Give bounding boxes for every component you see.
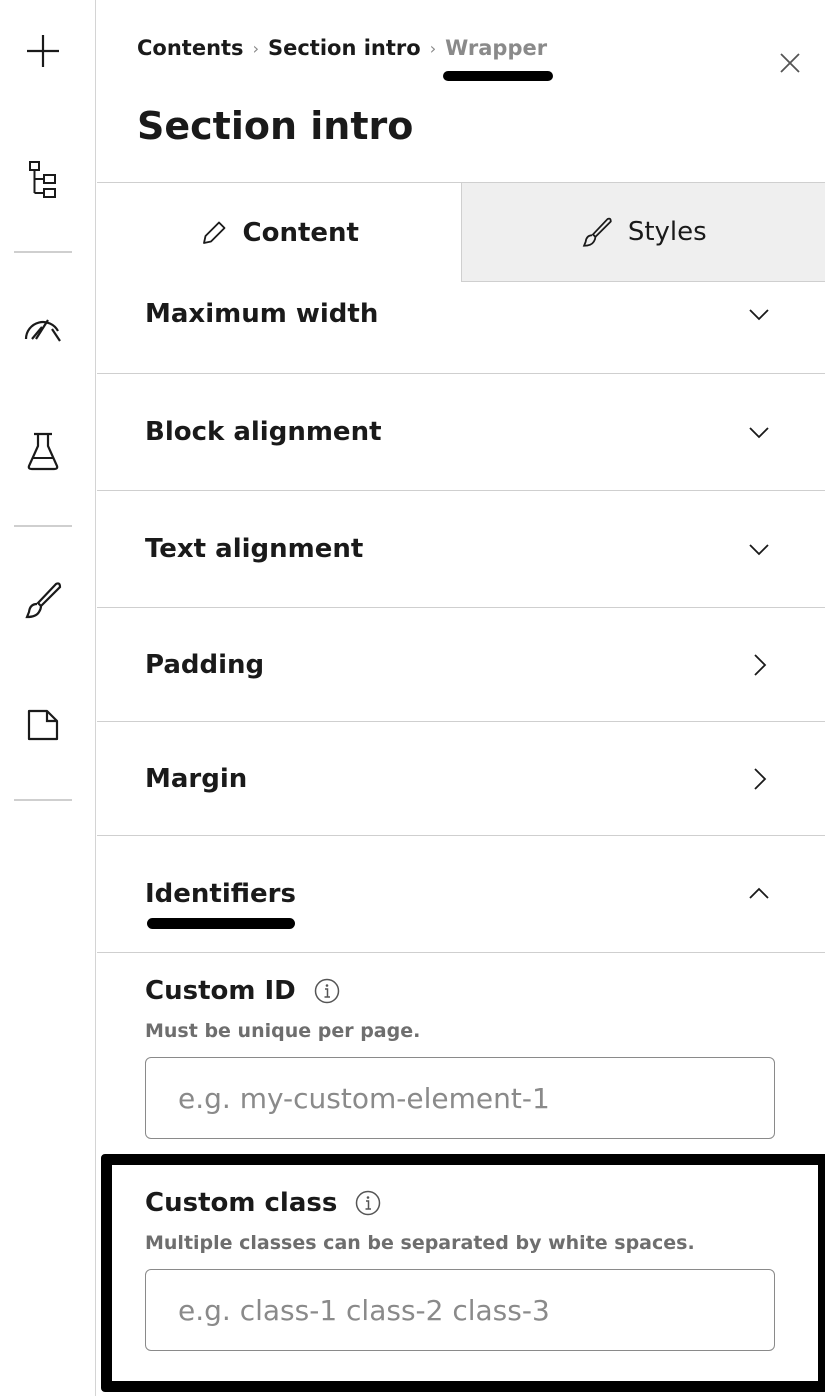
custom-id-input[interactable] <box>145 1057 775 1139</box>
tab-content[interactable]: Content <box>97 183 461 282</box>
custom-class-help: Multiple classes can be separated by whi… <box>145 1232 695 1254</box>
custom-class-label: Custom class <box>145 1188 381 1218</box>
breadcrumb-separator: › <box>252 38 259 58</box>
brush-icon <box>25 582 62 619</box>
tab-content-label: Content <box>242 217 359 248</box>
active-underline <box>147 918 295 929</box>
plus-icon <box>27 35 59 67</box>
breadcrumb-item-contents[interactable]: Contents <box>137 36 244 60</box>
chevron-right-icon <box>754 653 767 676</box>
section-label: Text alignment <box>145 534 364 564</box>
section-label: Block alignment <box>145 417 382 447</box>
custom-id-label: Custom ID <box>145 976 340 1006</box>
breadcrumb-current: Wrapper <box>443 36 554 81</box>
breadcrumb-item-section-intro[interactable]: Section intro <box>268 36 421 60</box>
chevron-down-icon <box>749 544 769 556</box>
section-margin[interactable]: Margin <box>97 722 825 836</box>
custom-id-help: Must be unique per page. <box>145 1020 421 1042</box>
section-block-alignment[interactable]: Block alignment <box>97 374 825 491</box>
section-maximum-width[interactable]: Maximum width <box>97 282 825 374</box>
left-rail <box>0 0 96 1396</box>
chevron-down-icon <box>749 427 769 439</box>
section-label: Identifiers <box>145 879 296 909</box>
gauge-icon <box>24 319 61 342</box>
close-icon <box>780 53 800 73</box>
section-identifiers[interactable]: Identifiers <box>97 836 825 953</box>
tab-styles[interactable]: Styles <box>460 183 825 282</box>
section-label: Maximum width <box>145 299 379 329</box>
chevron-right-icon <box>754 767 767 790</box>
tree-structure-icon <box>29 161 56 198</box>
pencil-icon <box>202 221 225 244</box>
active-underline <box>443 71 554 81</box>
section-label: Padding <box>145 649 265 680</box>
breadcrumb-current-label: Wrapper <box>445 36 548 60</box>
breadcrumb: Contents › Section intro › Wrapper <box>137 36 554 81</box>
rail-divider <box>14 525 72 527</box>
rail-divider <box>14 251 72 253</box>
section-padding[interactable]: Padding <box>97 608 825 722</box>
settings-panel: Contents › Section intro › Wrapper Secti… <box>97 0 825 1396</box>
chevron-up-icon <box>749 887 769 899</box>
custom-class-label-text: Custom class <box>145 1188 338 1218</box>
close-button[interactable] <box>777 50 803 76</box>
accordion: Maximum width Block alignment Text align… <box>97 282 825 953</box>
styles-button[interactable] <box>14 571 72 629</box>
section-text-alignment[interactable]: Text alignment <box>97 491 825 608</box>
page-icon <box>27 709 59 741</box>
section-label: Margin <box>145 763 248 794</box>
info-icon[interactable] <box>355 1190 381 1216</box>
tab-styles-label: Styles <box>627 217 707 247</box>
custom-id-label-text: Custom ID <box>145 976 296 1006</box>
pages-button[interactable] <box>14 696 72 754</box>
structure-button[interactable] <box>14 150 72 208</box>
page-title: Section intro <box>137 104 414 148</box>
info-icon[interactable] <box>314 978 340 1004</box>
performance-button[interactable] <box>14 298 72 356</box>
tab-bar: Content Styles <box>97 182 825 282</box>
flask-icon <box>27 432 59 471</box>
add-button[interactable] <box>14 22 72 80</box>
brush-icon <box>582 217 612 247</box>
rail-divider <box>14 799 72 801</box>
chevron-down-icon <box>749 309 769 321</box>
custom-class-input[interactable] <box>145 1269 775 1351</box>
breadcrumb-separator: › <box>429 38 437 58</box>
experiment-button[interactable] <box>14 422 72 480</box>
